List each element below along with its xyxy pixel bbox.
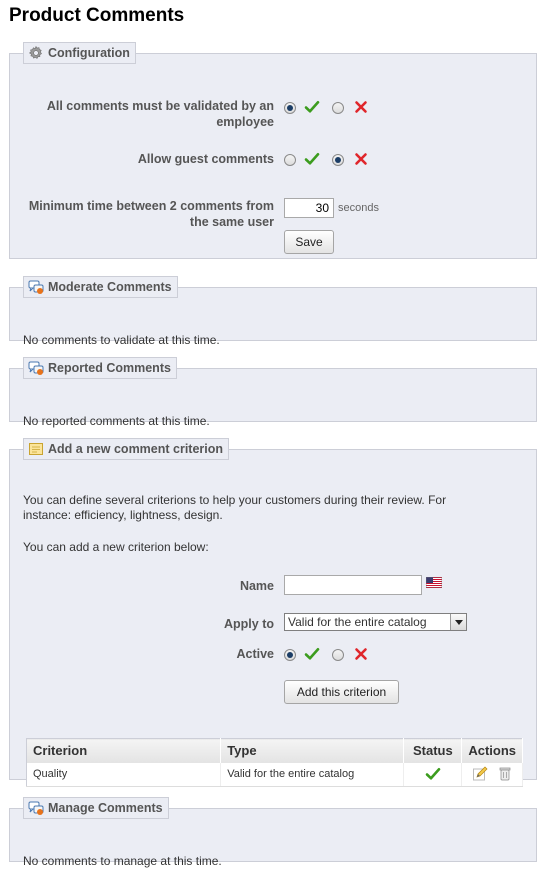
moderate-message: No comments to validate at this time. (23, 333, 220, 347)
reported-comments-panel: Reported Comments No reported comments a… (9, 357, 537, 428)
check-icon[interactable] (425, 766, 441, 782)
criterion-legend-label: Add a new comment criterion (48, 442, 224, 456)
criterion-intro: You can define several criterions to hel… (23, 493, 447, 522)
manage-legend: Manage Comments (23, 797, 169, 819)
name-label: Name (239, 579, 274, 593)
column-header-actions: Actions (461, 738, 523, 763)
moderate-legend-label: Moderate Comments (48, 280, 172, 294)
chevron-down-icon[interactable] (450, 614, 466, 630)
comments-icon (28, 279, 44, 295)
min-time-label: Minimum time between 2 comments from the… (28, 199, 274, 229)
active-yes-radio[interactable] (284, 649, 296, 661)
configuration-legend-label: Configuration (48, 46, 130, 60)
validated-no-radio[interactable] (332, 102, 344, 114)
min-time-unit: seconds (338, 202, 379, 214)
apply-to-label: Apply to (224, 617, 274, 631)
reported-message: No reported comments at this time. (23, 414, 210, 428)
min-time-input[interactable] (284, 198, 334, 218)
cross-icon (353, 646, 369, 662)
check-icon (304, 646, 320, 662)
note-icon (28, 441, 44, 457)
check-icon (304, 99, 320, 115)
guest-comments-label: Allow guest comments (137, 152, 274, 166)
criterion-status-cell (403, 762, 463, 787)
check-icon (304, 151, 320, 167)
validated-label: All comments must be validated by an emp… (46, 99, 274, 129)
moderate-comments-panel: Moderate Comments No comments to validat… (9, 276, 537, 347)
gear-icon (28, 45, 44, 61)
reported-legend: Reported Comments (23, 357, 177, 379)
column-header-type: Type (220, 738, 405, 763)
configuration-panel: Configuration All comments must be valid… (9, 42, 537, 259)
configuration-legend: Configuration (23, 42, 136, 64)
table-header-row: Criterion Type Status Actions (26, 738, 523, 763)
criterion-legend: Add a new comment criterion (23, 438, 230, 460)
criterion-intro-2: You can add a new criterion below: (23, 540, 209, 554)
validated-yes-radio[interactable] (284, 102, 296, 114)
guest-yes-radio[interactable] (284, 154, 296, 166)
active-no-radio[interactable] (332, 649, 344, 661)
active-label: Active (236, 647, 274, 661)
moderate-legend: Moderate Comments (23, 276, 178, 298)
cross-icon (353, 151, 369, 167)
manage-comments-panel: Manage Comments No comments to manage at… (9, 797, 537, 868)
column-header-criterion: Criterion (26, 738, 222, 763)
apply-to-value: Valid for the entire catalog (288, 615, 427, 629)
column-header-status: Status (403, 738, 463, 763)
manage-message: No comments to manage at this time. (23, 854, 222, 868)
criterion-actions-cell (461, 762, 523, 787)
reported-legend-label: Reported Comments (48, 361, 171, 375)
page-title: Product Comments (9, 5, 185, 26)
name-input[interactable] (284, 575, 422, 595)
add-criterion-button[interactable]: Add this criterion (284, 680, 399, 704)
comments-icon (28, 360, 44, 376)
trash-icon[interactable] (497, 766, 513, 782)
us-flag-icon[interactable] (426, 577, 442, 588)
guest-no-radio[interactable] (332, 154, 344, 166)
criteria-table: Criterion Type Status Actions Quality Va… (26, 738, 523, 787)
table-row: Quality Valid for the entire catalog (26, 762, 523, 787)
comments-icon (28, 800, 44, 816)
criterion-name-cell: Quality (26, 762, 222, 787)
cross-icon (353, 99, 369, 115)
save-button[interactable]: Save (284, 230, 334, 254)
apply-to-select[interactable]: Valid for the entire catalog (284, 613, 467, 631)
add-criterion-panel: Add a new comment criterion You can defi… (9, 438, 537, 787)
manage-legend-label: Manage Comments (48, 801, 163, 815)
criterion-type-cell: Valid for the entire catalog (220, 762, 405, 787)
pencil-icon[interactable] (472, 766, 488, 782)
